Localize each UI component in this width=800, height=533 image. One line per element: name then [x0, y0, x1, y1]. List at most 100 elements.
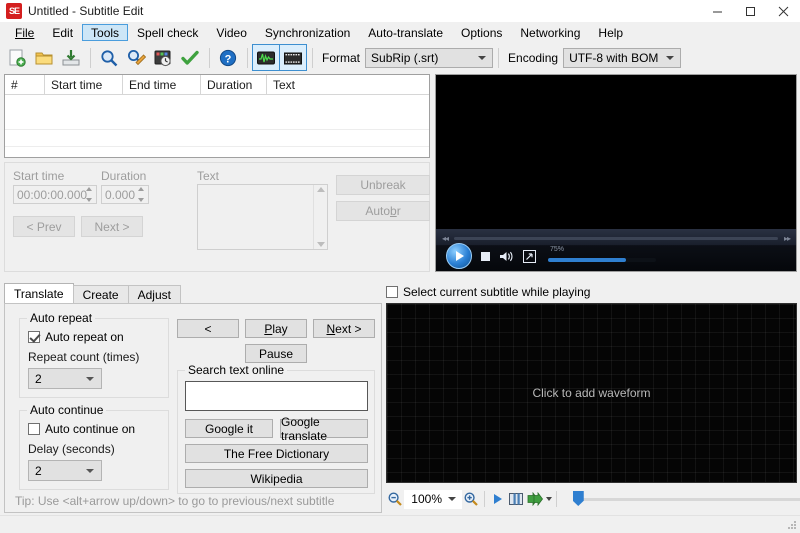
- playback-prev-button[interactable]: <: [177, 319, 239, 338]
- repeat-count-combobox[interactable]: 2: [28, 368, 102, 389]
- menu-spell-check[interactable]: Spell check: [128, 23, 207, 42]
- play-waveform-button[interactable]: [489, 489, 507, 509]
- video-player[interactable]: ◂◂ ▸▸ 75%: [435, 74, 797, 272]
- chevron-down-icon: [86, 376, 94, 381]
- text-scrollbar[interactable]: [313, 185, 327, 249]
- menu-help[interactable]: Help: [589, 23, 632, 42]
- google-it-button[interactable]: Google it: [185, 419, 273, 438]
- checkbox-box: [386, 286, 398, 298]
- menu-file[interactable]: File: [6, 23, 43, 42]
- menu-networking[interactable]: Networking: [511, 23, 589, 42]
- menu-synchronization[interactable]: Synchronization: [256, 23, 359, 42]
- search-text-input[interactable]: [185, 381, 368, 411]
- new-subtitle-button[interactable]: [4, 45, 30, 70]
- volume-slider[interactable]: 75%: [548, 246, 658, 265]
- slider-thumb[interactable]: [572, 491, 584, 506]
- spell-check-button[interactable]: [177, 45, 203, 70]
- waveform-toolbar: 100%: [386, 487, 800, 511]
- column-text[interactable]: Text: [267, 75, 429, 94]
- chevron-down-icon[interactable]: [545, 497, 552, 501]
- waveform-zoom-combobox[interactable]: 100%: [404, 489, 462, 509]
- video-controls: ◂◂ ▸▸ 75%: [436, 229, 796, 271]
- video-seek-slider[interactable]: [454, 236, 778, 240]
- auto-repeat-checkbox[interactable]: Auto repeat on: [28, 330, 124, 344]
- delay-combobox[interactable]: 2: [28, 460, 102, 481]
- maximize-button[interactable]: [734, 0, 767, 22]
- forward-icon[interactable]: ▸▸: [778, 234, 796, 243]
- start-time-value: 00:00:00.000: [17, 187, 88, 202]
- table-row[interactable]: [5, 113, 429, 130]
- rewind-icon[interactable]: ◂◂: [436, 234, 454, 243]
- subtitle-list[interactable]: # Start time End time Duration Text: [4, 74, 430, 164]
- zoom-in-button[interactable]: [462, 489, 480, 509]
- fix-common-errors-button[interactable]: [150, 45, 176, 70]
- resize-grip-icon[interactable]: [786, 519, 798, 531]
- open-folder-button[interactable]: [31, 45, 57, 70]
- menu-edit[interactable]: Edit: [43, 23, 82, 42]
- menu-video[interactable]: Video: [207, 23, 255, 42]
- table-row[interactable]: [5, 95, 429, 113]
- select-current-subtitle-checkbox[interactable]: Select current subtitle while playing: [386, 285, 590, 299]
- column-start-time[interactable]: Start time: [45, 75, 123, 94]
- chevron-down-icon: [666, 55, 675, 60]
- prev-subtitle-button[interactable]: < Prev: [13, 216, 75, 237]
- wikipedia-button[interactable]: Wikipedia: [185, 469, 368, 488]
- menu-video-label: Video: [216, 25, 247, 40]
- translate-tab-panel: Auto repeat Auto repeat on Repeat count …: [4, 303, 382, 513]
- fast-forward-button[interactable]: [526, 489, 544, 509]
- find-button[interactable]: [96, 45, 122, 70]
- menu-options[interactable]: Options: [452, 23, 511, 42]
- column-end-time[interactable]: End time: [123, 75, 201, 94]
- column-duration[interactable]: Duration: [201, 75, 267, 94]
- next-subtitle-button[interactable]: Next >: [81, 216, 143, 237]
- google-translate-button[interactable]: Google translate: [280, 415, 368, 443]
- menu-help-label: Help: [598, 25, 624, 40]
- start-time-stepper[interactable]: [83, 187, 95, 202]
- column-number[interactable]: #: [5, 75, 45, 94]
- stop-button[interactable]: [481, 251, 490, 261]
- menu-tools[interactable]: Tools: [82, 24, 129, 41]
- duration-input[interactable]: 0.000: [101, 185, 149, 204]
- encoding-combobox[interactable]: UTF-8 with BOM: [563, 47, 682, 68]
- play-button[interactable]: [446, 243, 472, 269]
- unbreak-button[interactable]: Unbreak: [336, 175, 430, 195]
- menu-options-label: Options: [461, 25, 503, 40]
- tab-translate[interactable]: Translate: [4, 283, 74, 303]
- minimize-button[interactable]: [701, 0, 734, 22]
- replace-button[interactable]: [123, 45, 149, 70]
- toolbar-separator-5: [498, 47, 500, 68]
- toggle-video-button[interactable]: [279, 44, 307, 71]
- auto-repeat-title: Auto repeat: [27, 311, 96, 325]
- help-button[interactable]: ?: [215, 45, 241, 70]
- table-row[interactable]: [5, 130, 429, 147]
- start-time-input[interactable]: 00:00:00.000: [13, 185, 97, 204]
- shot-changes-button[interactable]: [507, 489, 525, 509]
- free-dictionary-button[interactable]: The Free Dictionary: [185, 444, 368, 463]
- next-suffix: ext >: [335, 321, 362, 336]
- playback-next-button[interactable]: Next >: [313, 319, 375, 338]
- tab-create[interactable]: Create: [72, 285, 129, 303]
- volume-icon[interactable]: [499, 250, 514, 263]
- waveform-position-slider[interactable]: [572, 489, 800, 509]
- subtitle-list-header: # Start time End time Duration Text: [5, 75, 429, 95]
- format-combobox[interactable]: SubRip (.srt): [365, 47, 494, 68]
- toggle-waveform-button[interactable]: [252, 44, 280, 71]
- zoom-out-button[interactable]: [386, 489, 404, 509]
- auto-br-button[interactable]: Auto br: [336, 201, 430, 221]
- menu-auto-translate[interactable]: Auto-translate: [359, 23, 452, 42]
- subtitle-text-input[interactable]: [197, 184, 328, 250]
- waveform-canvas[interactable]: Click to add waveform: [386, 303, 797, 483]
- video-surface[interactable]: [436, 75, 796, 229]
- menu-file-label: File: [15, 25, 35, 40]
- tab-adjust[interactable]: Adjust: [127, 285, 181, 303]
- save-button[interactable]: [58, 45, 84, 70]
- format-label: Format: [322, 50, 361, 65]
- playback-play-button[interactable]: Play: [245, 319, 307, 338]
- auto-repeat-checkbox-label: Auto repeat on: [45, 330, 124, 344]
- close-button[interactable]: [767, 0, 800, 22]
- auto-continue-checkbox[interactable]: Auto continue on: [28, 422, 135, 436]
- duration-stepper[interactable]: [135, 187, 147, 202]
- fullscreen-icon[interactable]: [523, 249, 536, 263]
- playback-pause-button[interactable]: Pause: [245, 344, 307, 363]
- delay-label: Delay (seconds): [28, 442, 115, 456]
